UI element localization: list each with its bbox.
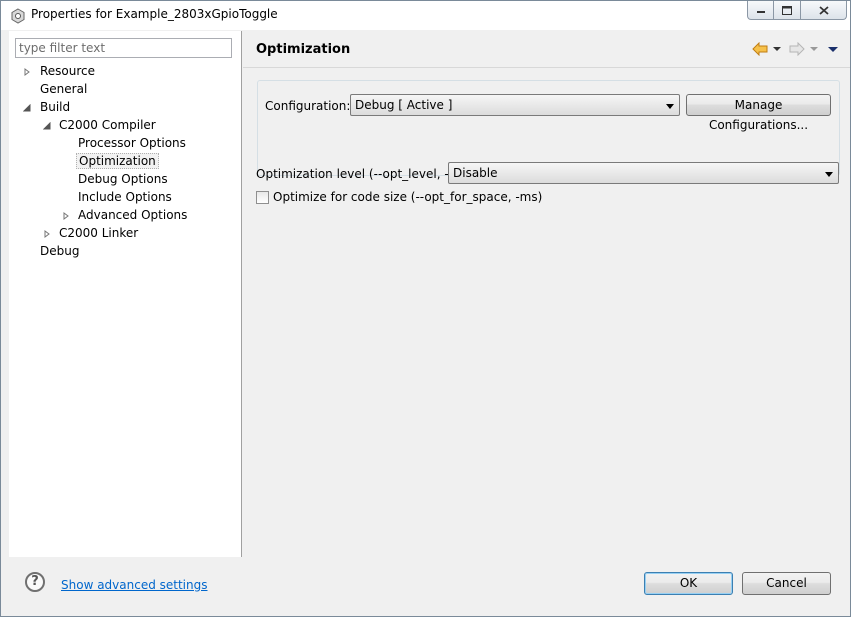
page-header: Optimization bbox=[243, 31, 850, 68]
back-button[interactable] bbox=[752, 41, 768, 57]
optimize-size-checkbox[interactable] bbox=[256, 190, 269, 204]
maximize-button[interactable] bbox=[774, 1, 801, 20]
collapsed-arrow-icon[interactable] bbox=[43, 230, 51, 238]
collapsed-arrow-icon[interactable] bbox=[62, 212, 70, 220]
chevron-down-icon bbox=[825, 172, 833, 177]
help-icon[interactable]: ? bbox=[25, 572, 45, 592]
properties-gear-icon bbox=[11, 8, 25, 24]
configuration-label: Configuration: bbox=[265, 99, 351, 113]
forward-button[interactable] bbox=[789, 41, 805, 57]
tree-item-label: Debug bbox=[40, 244, 80, 258]
properties-dialog: Properties for Example_2803xGpioToggle R… bbox=[0, 0, 851, 617]
chevron-down-icon bbox=[666, 104, 674, 109]
forward-arrow-icon bbox=[789, 42, 805, 56]
tree-item-label: Build bbox=[40, 100, 71, 114]
filter-input[interactable] bbox=[15, 38, 232, 58]
tree-item-c2000-linker[interactable]: C2000 Linker bbox=[43, 225, 140, 242]
tree-item-label: Optimization bbox=[76, 153, 159, 169]
navigation-pane: Resource General Build C2000 Compiler Pr… bbox=[9, 31, 242, 557]
tree-item-label: C2000 Linker bbox=[59, 226, 139, 240]
page-title: Optimization bbox=[256, 42, 351, 57]
collapsed-arrow-icon[interactable] bbox=[23, 68, 31, 76]
view-menu-button[interactable] bbox=[826, 41, 840, 57]
configuration-value: Debug [ Active ] bbox=[355, 98, 453, 112]
tree-item-include-options[interactable]: Include Options bbox=[76, 189, 174, 206]
back-dropdown-icon bbox=[772, 47, 781, 51]
show-advanced-settings-link[interactable]: Show advanced settings bbox=[61, 578, 208, 592]
tree-item-debug[interactable]: Debug bbox=[38, 243, 81, 260]
forward-dropdown-icon bbox=[809, 47, 818, 51]
minimize-icon bbox=[756, 11, 765, 13]
view-menu-icon bbox=[828, 46, 838, 52]
optimization-level-select[interactable]: Disable bbox=[448, 162, 839, 184]
optimization-level-value: Disable bbox=[453, 166, 498, 180]
optimize-size-label: Optimize for code size (--opt_for_space,… bbox=[273, 190, 543, 204]
manage-configurations-button[interactable]: Manage Configurations... bbox=[686, 94, 831, 132]
tree-item-label: General bbox=[40, 82, 88, 96]
expanded-arrow-icon[interactable] bbox=[43, 122, 51, 130]
tree-item-build[interactable]: Build bbox=[23, 99, 72, 116]
tree-item-processor-options[interactable]: Processor Options bbox=[76, 135, 188, 152]
page-navigation bbox=[752, 41, 840, 57]
minimize-button[interactable] bbox=[747, 1, 774, 20]
tree-item-optimization[interactable]: Optimization bbox=[76, 153, 159, 170]
window-title: Properties for Example_2803xGpioToggle bbox=[31, 7, 278, 21]
tree-item-label: Processor Options bbox=[78, 136, 186, 150]
tree-item-advanced-options[interactable]: Advanced Options bbox=[62, 207, 189, 224]
tree-item-label: Advanced Options bbox=[78, 208, 188, 222]
window-controls bbox=[747, 1, 847, 21]
close-button[interactable] bbox=[801, 1, 847, 20]
forward-dropdown-button[interactable] bbox=[809, 41, 818, 57]
tree-item-label: Include Options bbox=[78, 190, 172, 204]
tree-item-resource[interactable]: Resource bbox=[23, 63, 97, 80]
tree-item-debug-options[interactable]: Debug Options bbox=[76, 171, 170, 188]
tree-item-label: Debug Options bbox=[78, 172, 168, 186]
property-page: Optimization Configuration: Debug [ Acti… bbox=[243, 31, 850, 557]
optimization-level-label: Optimization level (--opt_level, -O) bbox=[256, 167, 464, 181]
tree-item-c2000-compiler[interactable]: C2000 Compiler bbox=[43, 117, 158, 134]
expanded-arrow-icon[interactable] bbox=[23, 104, 31, 112]
tree-item-general[interactable]: General bbox=[38, 81, 89, 98]
close-icon bbox=[818, 5, 829, 15]
configuration-select[interactable]: Debug [ Active ] bbox=[350, 94, 680, 116]
dialog-footer: ? Show advanced settings OK Cancel bbox=[1, 558, 850, 616]
tree-item-label: C2000 Compiler bbox=[59, 118, 156, 132]
ok-button[interactable]: OK bbox=[644, 572, 733, 595]
back-dropdown-button[interactable] bbox=[772, 41, 781, 57]
back-arrow-icon bbox=[752, 42, 768, 56]
title-bar: Properties for Example_2803xGpioToggle bbox=[1, 1, 850, 30]
maximize-icon bbox=[782, 5, 792, 15]
optimize-size-row[interactable]: Optimize for code size (--opt_for_space,… bbox=[256, 190, 542, 204]
tree-item-label: Resource bbox=[40, 64, 96, 78]
cancel-button[interactable]: Cancel bbox=[742, 572, 831, 595]
